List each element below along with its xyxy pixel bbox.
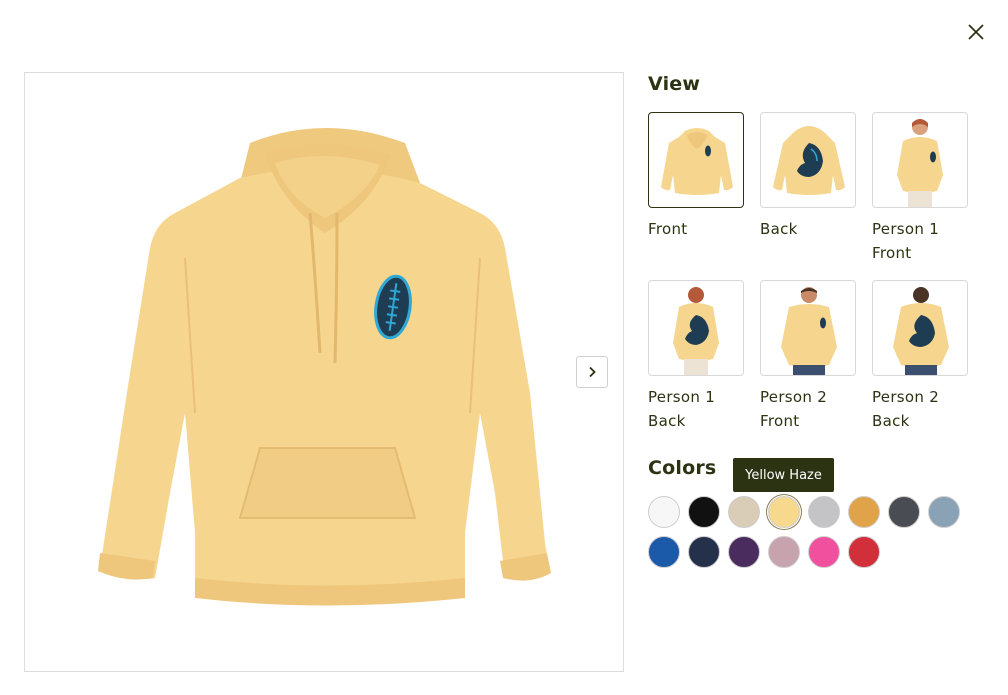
thumbnail-label-line: Person 1 bbox=[872, 220, 940, 238]
color-swatch[interactable] bbox=[648, 496, 680, 528]
hoodie-front-image bbox=[98, 128, 551, 606]
thumbnail-image-back bbox=[773, 126, 845, 195]
thumbnail-image-person-2-front bbox=[781, 287, 837, 375]
thumbnail-image-person-1-front bbox=[897, 119, 943, 207]
color-swatch[interactable] bbox=[728, 496, 760, 528]
color-swatch[interactable] bbox=[728, 536, 760, 568]
thumbnail-person-1-front[interactable] bbox=[872, 112, 968, 208]
color-swatch[interactable] bbox=[768, 496, 800, 528]
thumbnail-label-line: Front bbox=[760, 412, 800, 430]
thumbnail-person-2-front[interactable] bbox=[760, 280, 856, 376]
thumbnail-label-front: Front bbox=[648, 217, 748, 241]
thumbnail-person-1-back[interactable] bbox=[648, 280, 744, 376]
color-swatch[interactable] bbox=[688, 536, 720, 568]
thumbnail-label-person-1-back: Person 1 Back bbox=[648, 385, 748, 433]
thumbnail-back[interactable] bbox=[760, 112, 856, 208]
color-swatch[interactable] bbox=[808, 536, 840, 568]
chevron-right-icon bbox=[589, 366, 596, 378]
thumbnail-image-person-1-back bbox=[673, 287, 719, 375]
main-product-image bbox=[24, 72, 624, 672]
color-swatch[interactable] bbox=[888, 496, 920, 528]
thumbnail-image-person-2-back bbox=[893, 287, 949, 375]
close-icon bbox=[968, 24, 984, 40]
color-swatch[interactable] bbox=[848, 536, 880, 568]
color-swatch[interactable] bbox=[648, 536, 680, 568]
thumbnail-front[interactable] bbox=[648, 112, 744, 208]
color-swatch[interactable] bbox=[688, 496, 720, 528]
thumbnail-label-line: Front bbox=[872, 244, 912, 262]
thumbnail-person-2-back[interactable] bbox=[872, 280, 968, 376]
view-heading: View bbox=[648, 73, 701, 95]
thumbnail-label-line: Person 2 bbox=[872, 388, 940, 406]
thumbnail-image-front bbox=[661, 128, 733, 195]
thumbnail-label-line: Back bbox=[760, 220, 798, 238]
thumbnail-label-line: Front bbox=[648, 220, 688, 238]
thumbnail-label-back: Back bbox=[760, 217, 860, 241]
thumbnail-label-person-2-front: Person 2 Front bbox=[760, 385, 860, 433]
thumbnail-label-line: Back bbox=[648, 412, 686, 430]
thumbnail-label-person-2-back: Person 2 Back bbox=[872, 385, 972, 433]
thumbnail-label-line: Person 2 bbox=[760, 388, 828, 406]
thumbnail-label-person-1-front: Person 1 Front bbox=[872, 217, 972, 265]
color-swatch[interactable] bbox=[768, 536, 800, 568]
color-swatch[interactable] bbox=[928, 496, 960, 528]
next-image-button[interactable] bbox=[576, 356, 608, 388]
colors-heading: Colors bbox=[648, 457, 717, 479]
color-tooltip: Yellow Haze bbox=[733, 458, 834, 492]
color-swatch[interactable] bbox=[848, 496, 880, 528]
thumbnail-label-line: Back bbox=[872, 412, 910, 430]
thumbnail-label-line: Person 1 bbox=[648, 388, 716, 406]
color-swatch[interactable] bbox=[808, 496, 840, 528]
close-button[interactable] bbox=[964, 20, 988, 44]
